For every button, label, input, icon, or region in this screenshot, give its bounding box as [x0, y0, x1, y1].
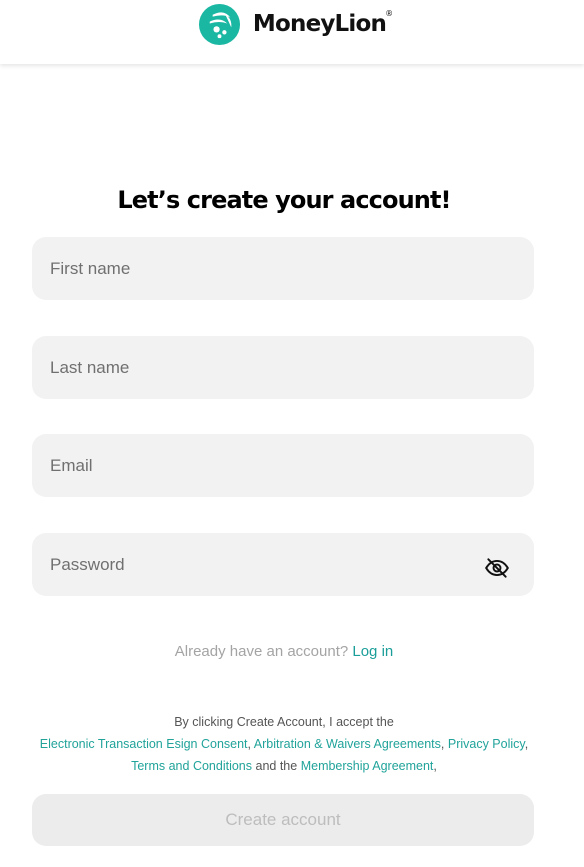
arbitration-link[interactable]: Arbitration & Waivers Agreements	[254, 737, 441, 751]
last-name-input[interactable]	[50, 357, 516, 378]
first-name-input[interactable]	[50, 258, 516, 279]
privacy-policy-link[interactable]: Privacy Policy	[448, 737, 525, 751]
email-input[interactable]	[50, 455, 516, 476]
registered-mark: ®	[385, 9, 394, 18]
last-name-field[interactable]	[32, 336, 534, 399]
brand-name: MoneyLion ®	[252, 9, 394, 37]
password-input[interactable]	[50, 554, 484, 575]
brand-logo[interactable]: MoneyLion ®	[198, 3, 394, 46]
password-field[interactable]	[32, 533, 534, 596]
create-account-button[interactable]: Create account	[32, 794, 534, 846]
moneylion-logo-icon	[198, 3, 240, 45]
login-link[interactable]: Log in	[352, 643, 393, 660]
eye-slash-icon[interactable]	[484, 555, 510, 581]
first-name-field[interactable]	[32, 237, 534, 300]
top-header: MoneyLion ®	[0, 0, 584, 64]
membership-agreement-link[interactable]: Membership Agreement	[301, 759, 434, 773]
legal-intro: By clicking Create Account, I accept the	[174, 715, 394, 729]
login-prompt: Already have an account? Log in	[0, 643, 568, 660]
page-title: Let’s create your account!	[117, 186, 451, 214]
legal-disclaimer: By clicking Create Account, I accept the…	[39, 715, 529, 773]
esign-consent-link[interactable]: Electronic Transaction Esign Consent	[40, 737, 248, 751]
terms-link[interactable]: Terms and Conditions	[131, 759, 252, 773]
email-field[interactable]	[32, 434, 534, 497]
and-the-text: and the	[255, 759, 298, 773]
login-prompt-text: Already have an account?	[174, 643, 349, 660]
